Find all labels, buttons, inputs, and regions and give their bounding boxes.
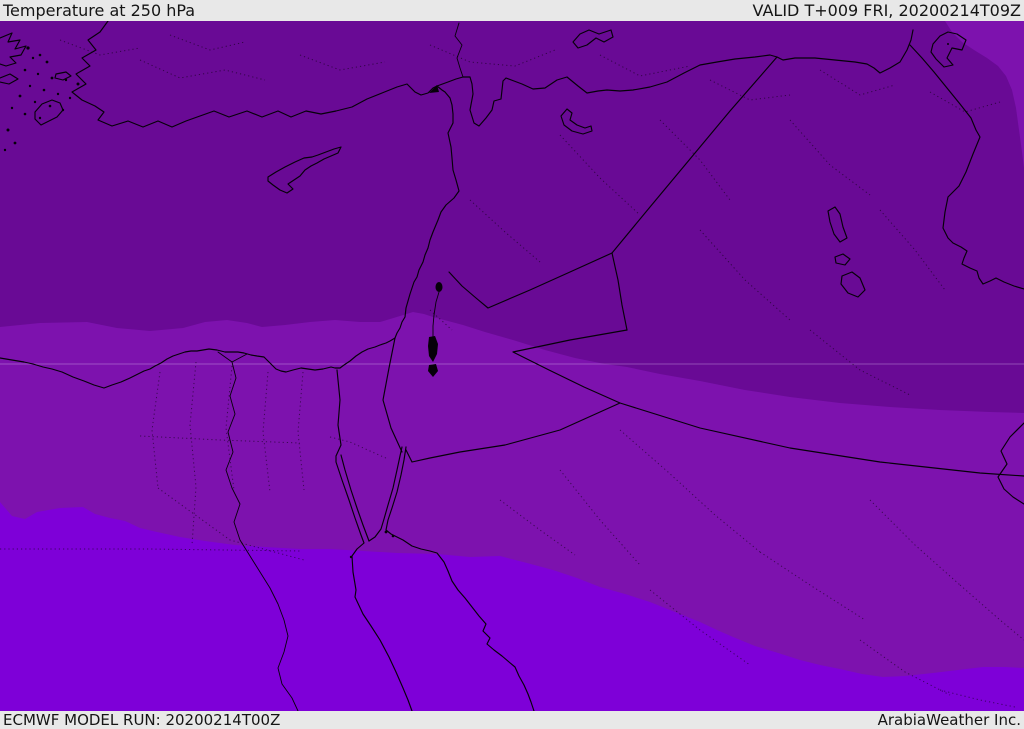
tiran-island: [384, 530, 388, 534]
page-title: Temperature at 250 hPa: [3, 1, 196, 20]
footer-bar: ECMWF MODEL RUN: 20200214T00Z ArabiaWeat…: [0, 711, 1024, 729]
temperature-map-canvas: [0, 21, 1024, 711]
lake-van-island: [947, 43, 949, 45]
brand-label: ArabiaWeather Inc.: [877, 711, 1021, 729]
model-run-label: ECMWF MODEL RUN: 20200214T00Z: [3, 711, 281, 729]
tiran-island-2: [391, 534, 395, 538]
header-bar: Temperature at 250 hPa VALID T+009 FRI, …: [0, 0, 1024, 21]
valid-time-label: VALID T+009 FRI, 20200214T09Z: [752, 1, 1021, 20]
weather-map-screen: Temperature at 250 hPa VALID T+009 FRI, …: [0, 0, 1024, 729]
red-sea-island: [349, 555, 353, 559]
sea-of-galilee: [435, 282, 443, 292]
